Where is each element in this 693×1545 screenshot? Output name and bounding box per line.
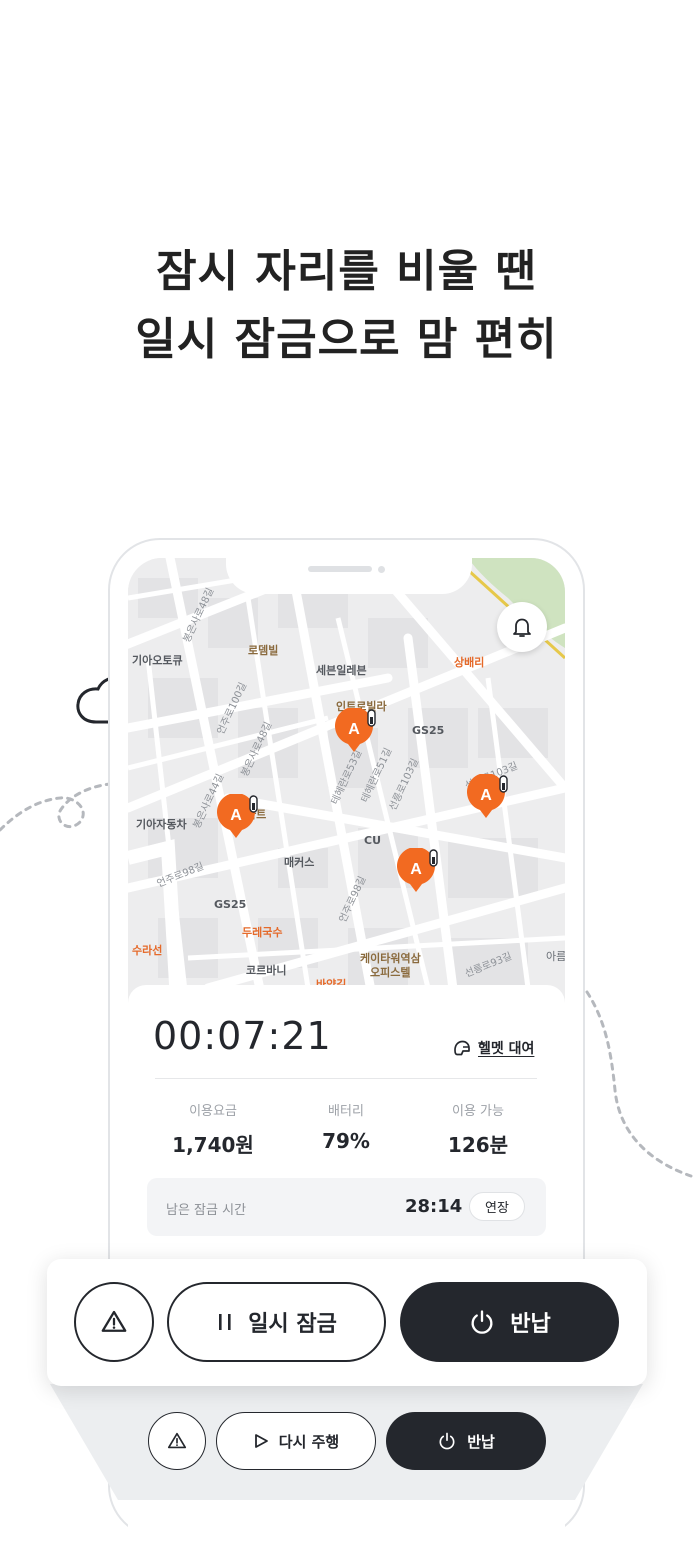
power-icon (439, 1432, 455, 1450)
return-label: 반납 (510, 1312, 551, 1337)
return-button-small[interactable]: 반납 (386, 1412, 546, 1470)
power-icon (471, 1310, 493, 1334)
report-button[interactable] (74, 1282, 154, 1362)
pause-lock-button[interactable]: 일시 잠금 (167, 1282, 386, 1362)
play-icon (254, 1434, 268, 1448)
report-button-small[interactable] (148, 1412, 206, 1470)
return-label-small: 반납 (467, 1432, 495, 1451)
resume-ride-label: 다시 주행 (278, 1432, 340, 1451)
resume-ride-button[interactable]: 다시 주행 (216, 1412, 376, 1470)
return-button[interactable]: 반납 (400, 1282, 619, 1362)
pause-lock-label: 일시 잠금 (248, 1312, 337, 1337)
pause-icon (219, 1314, 231, 1330)
warning-icon (101, 1310, 127, 1332)
warning-icon (167, 1432, 187, 1449)
